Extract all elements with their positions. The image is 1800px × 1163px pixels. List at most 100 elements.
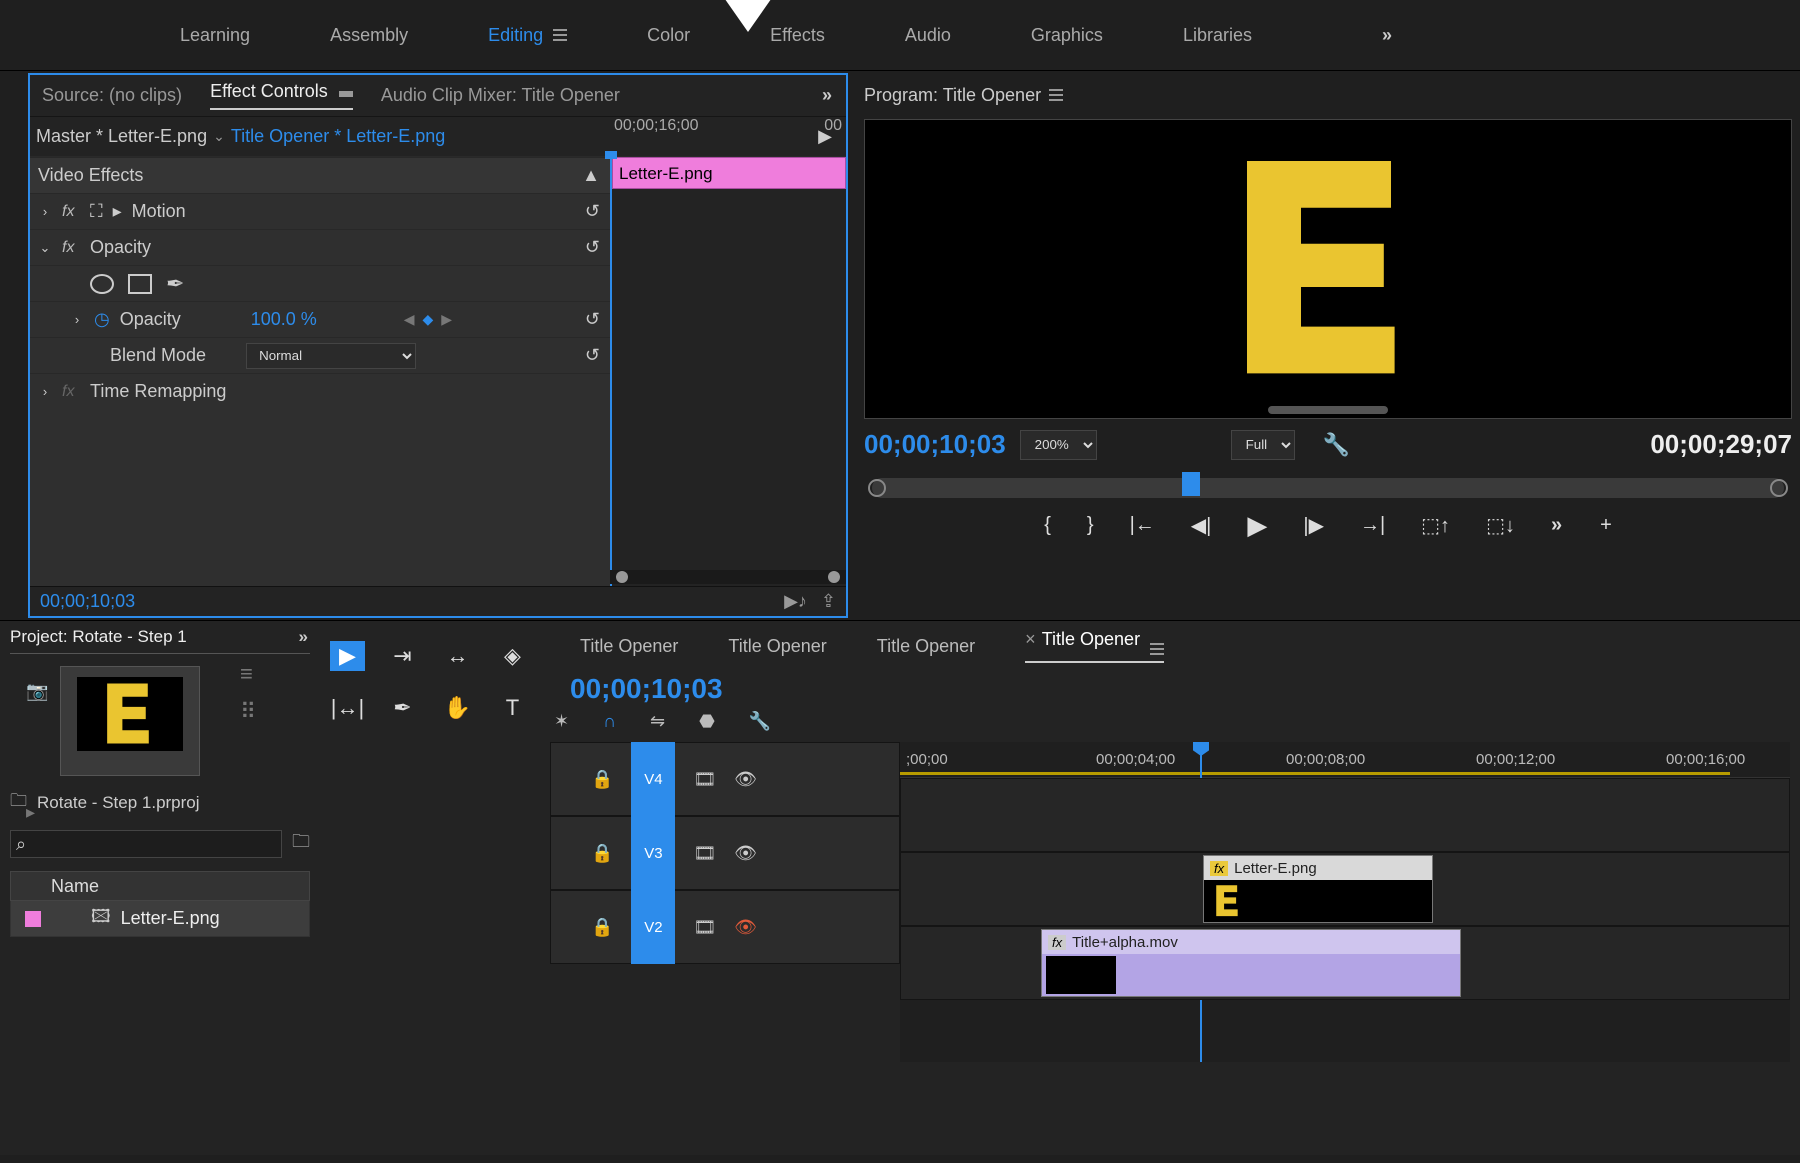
program-timecode[interactable]: 00;00;10;03 — [864, 429, 1006, 460]
clip-title-alpha[interactable]: fxTitle+alpha.mov — [1041, 929, 1461, 997]
workspace-assembly[interactable]: Assembly — [330, 25, 408, 46]
workspace-graphics[interactable]: Graphics — [1031, 25, 1103, 46]
timeline-ruler[interactable]: ;00;00 00;00;04;00 00;00;08;00 00;00;12;… — [900, 742, 1790, 778]
timeline-timecode[interactable]: 00;00;10;03 — [570, 673, 723, 705]
sequence-tab-0[interactable]: Title Opener — [580, 636, 678, 663]
prev-key-icon[interactable]: ◀ — [404, 311, 415, 328]
camera-icon[interactable]: 📷 — [26, 681, 48, 702]
track-v4[interactable] — [900, 778, 1790, 852]
effect-scrollbar[interactable] — [610, 570, 846, 584]
add-key-icon[interactable]: ◆ — [422, 311, 433, 328]
master-clip-label[interactable]: Master * Letter-E.png — [36, 126, 207, 147]
export-frame-icon[interactable]: ⇪ — [821, 591, 836, 612]
sync-lock-icon[interactable]: 🎞 — [693, 843, 716, 864]
lock-icon[interactable]: 🔒 — [591, 769, 613, 790]
sync-lock-icon[interactable]: 🎞 — [693, 917, 716, 938]
program-viewport[interactable] — [864, 119, 1792, 419]
opacity-value[interactable]: 100.0 % — [251, 309, 317, 330]
opacity-value-row[interactable]: › ◷ Opacity 100.0 % ◀◆▶ ↺ — [30, 301, 610, 337]
slip-tool-icon[interactable]: |↔| — [330, 693, 365, 723]
track-v3[interactable]: fxLetter-E.png — [900, 852, 1790, 926]
zoom-select[interactable]: 200% — [1020, 430, 1097, 460]
effect-clip-bar[interactable]: Letter-E.png — [612, 157, 846, 189]
play-thumb-icon[interactable]: ▸ — [26, 802, 48, 823]
bin-icon[interactable]: 🗀 — [10, 788, 27, 817]
collapse-icon[interactable]: ▲ — [582, 165, 600, 186]
panel-overflow-icon[interactable]: » — [822, 85, 834, 106]
add-button-icon[interactable]: + — [1600, 514, 1612, 537]
mark-in-icon[interactable]: { — [1044, 514, 1051, 537]
go-to-out-icon[interactable]: →| — [1360, 514, 1385, 537]
linked-selection-icon[interactable]: ⇋ — [650, 711, 665, 732]
nest-icon[interactable]: ✶ — [554, 711, 569, 732]
rect-mask-icon[interactable] — [128, 274, 152, 294]
list-view-icon[interactable]: ≡ — [240, 661, 256, 687]
effect-playhead[interactable] — [610, 157, 612, 586]
pen-tool-icon[interactable]: ✒ — [385, 693, 420, 723]
tab-effect-controls[interactable]: Effect Controls — [210, 81, 353, 110]
hand-tool-icon[interactable]: ✋ — [440, 693, 475, 723]
effect-time-remapping[interactable]: ›fx Time Remapping — [30, 373, 610, 409]
pen-mask-icon[interactable]: ✒ — [166, 271, 184, 297]
type-tool-icon[interactable]: T — [495, 693, 530, 723]
project-item[interactable]: 🖾 Letter-E.png — [10, 901, 310, 937]
workspace-audio[interactable]: Audio — [905, 25, 951, 46]
extract-icon[interactable]: ⬚↓ — [1486, 513, 1515, 538]
viewport-scroll-handle[interactable] — [1268, 406, 1388, 414]
sync-lock-icon[interactable]: 🎞 — [693, 769, 716, 790]
program-tab[interactable]: Program: Title Opener — [864, 85, 1041, 106]
mark-out-icon[interactable]: } — [1087, 514, 1094, 537]
track-header-v4[interactable]: 🔒 V4 🎞 👁 — [550, 742, 900, 816]
workspace-color[interactable]: Color — [647, 25, 690, 46]
tab-audio-mixer[interactable]: Audio Clip Mixer: Title Opener — [381, 85, 620, 106]
sequence-tab-2[interactable]: Title Opener — [877, 636, 975, 663]
sequence-tab-1[interactable]: Title Opener — [728, 636, 826, 663]
tracks-area[interactable]: ;00;00 00;00;04;00 00;00;08;00 00;00;12;… — [900, 742, 1790, 1062]
reset-blend-icon[interactable]: ↺ — [585, 345, 600, 366]
blend-mode-select[interactable]: Normal — [246, 343, 416, 369]
effect-timecode[interactable]: 00;00;10;03 — [40, 591, 135, 612]
track-header-v3[interactable]: 🔒 V3 🎞 👁 — [550, 816, 900, 890]
razor-tool-icon[interactable]: ◈ — [495, 641, 530, 671]
panel-menu-icon[interactable] — [339, 91, 353, 97]
eye-off-icon[interactable]: 👁 — [734, 917, 757, 938]
track-select-tool-icon[interactable]: ⇥ — [385, 641, 420, 671]
reset-motion-icon[interactable]: ↺ — [585, 201, 600, 222]
workspace-overflow-icon[interactable]: » — [1382, 25, 1394, 46]
workspace-learning[interactable]: Learning — [180, 25, 250, 46]
lock-icon[interactable]: 🔒 — [591, 843, 613, 864]
icon-view-icon[interactable]: ⠿ — [240, 699, 256, 725]
eye-icon[interactable]: 👁 — [734, 769, 757, 790]
settings-wrench-icon[interactable]: 🔧 — [1323, 432, 1350, 458]
ripple-tool-icon[interactable]: ↔ — [440, 641, 475, 671]
timeline-clip-label[interactable]: Title Opener * Letter-E.png — [231, 126, 445, 147]
loop-icon[interactable]: ▶♪ — [784, 591, 807, 612]
project-overflow-icon[interactable]: » — [299, 627, 310, 647]
video-effects-header[interactable]: Video Effects ▲ — [30, 157, 610, 193]
quality-select[interactable]: Full — [1231, 430, 1295, 460]
program-menu-icon[interactable] — [1049, 89, 1063, 101]
lift-icon[interactable]: ⬚↑ — [1421, 513, 1450, 538]
stopwatch-icon[interactable]: ◷ — [94, 309, 110, 330]
clip-letter-e[interactable]: fxLetter-E.png — [1203, 855, 1433, 923]
marker-icon[interactable]: ⬣ — [699, 711, 715, 732]
tab-source[interactable]: Source: (no clips) — [42, 85, 182, 106]
next-key-icon[interactable]: ▶ — [441, 311, 452, 328]
project-search-input[interactable] — [10, 830, 282, 858]
sequence-menu-icon[interactable] — [1150, 643, 1164, 655]
workspace-effects[interactable]: Effects — [770, 25, 825, 46]
label-swatch[interactable] — [25, 911, 41, 927]
lock-icon[interactable]: 🔒 — [591, 917, 613, 938]
track-v2[interactable]: fxTitle+alpha.mov — [900, 926, 1790, 1000]
effect-motion[interactable]: ›fx ⛶ ▸ Motion ↺ — [30, 193, 610, 229]
program-scrub-bar[interactable] — [872, 478, 1784, 498]
step-back-icon[interactable]: ◀| — [1191, 513, 1212, 538]
work-area-bar[interactable] — [900, 772, 1730, 775]
effect-opacity[interactable]: ⌄fx Opacity ↺ — [30, 229, 610, 265]
new-bin-icon[interactable]: 🗀 — [292, 829, 310, 859]
eye-icon[interactable]: 👁 — [734, 843, 757, 864]
ellipse-mask-icon[interactable] — [90, 274, 114, 294]
reset-opacity-val-icon[interactable]: ↺ — [585, 309, 600, 330]
step-fwd-icon[interactable]: |▶ — [1303, 513, 1324, 538]
workspace-editing[interactable]: Editing — [488, 25, 567, 46]
